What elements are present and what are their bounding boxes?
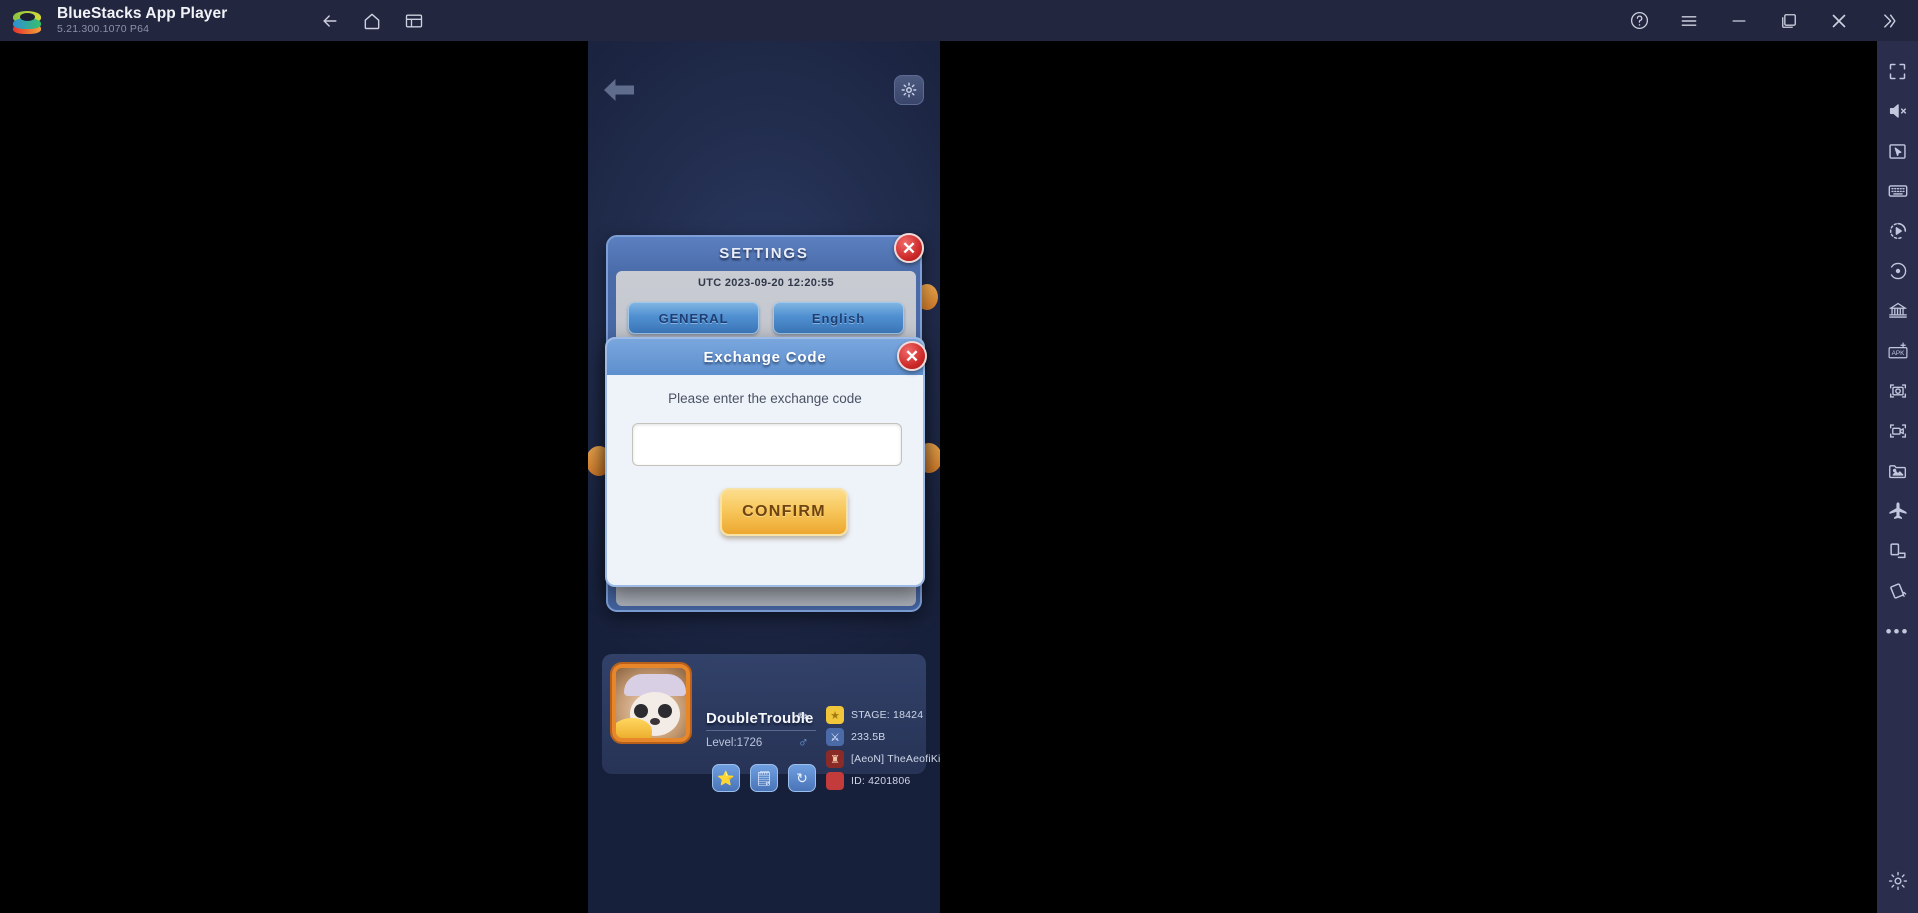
settings-language-button[interactable]: English: [773, 302, 904, 334]
exchange-code-input[interactable]: [633, 424, 901, 465]
friends-button[interactable]: ⭐: [712, 764, 740, 792]
star-icon: ★: [826, 706, 844, 724]
flag-icon: [826, 772, 844, 790]
mail-button[interactable]: 🗒: [750, 764, 778, 792]
player-card: DoubleTrouble ✎ Level:1726 ♂ ★ STAGE: 18…: [602, 654, 940, 792]
home-button[interactable]: [355, 4, 389, 38]
stat-guild: ♜ [AeoN] TheAeofiKings: [826, 750, 940, 768]
stat-stage-label: STAGE: 18424: [851, 709, 924, 721]
confirm-button[interactable]: CONFIRM: [720, 488, 848, 536]
airplane-icon[interactable]: [1877, 491, 1918, 531]
refresh-button[interactable]: ↻: [788, 764, 816, 792]
divider: [706, 730, 816, 731]
stat-power-label: 233.5B: [851, 731, 886, 743]
back-button[interactable]: [313, 4, 347, 38]
apk-install-icon[interactable]: APK: [1877, 331, 1918, 371]
settings-title: SETTINGS: [719, 245, 809, 262]
game-viewport: SETTINGS ✕ UTC 2023-09-20 12:20:55 GENER…: [588, 41, 940, 913]
exchange-code-dialog: Exchange Code ✕ Please enter the exchang…: [605, 337, 927, 587]
camera-icon[interactable]: [1877, 371, 1918, 411]
tools-sidebar: APK •••: [1877, 41, 1918, 913]
ellipsis-icon[interactable]: •••: [1877, 611, 1918, 651]
close-button[interactable]: [1822, 4, 1856, 38]
title-bar-nav-group: [313, 4, 431, 38]
app-version: 5.21.300.1070 P64: [57, 23, 150, 36]
crossed-swords-icon: ⚔: [826, 728, 844, 746]
game-back-button[interactable]: [602, 77, 636, 103]
exchange-prompt-text: Please enter the exchange code: [668, 391, 862, 406]
exchange-code-input-wrapper[interactable]: [632, 423, 902, 466]
stat-stage: ★ STAGE: 18424: [826, 706, 923, 724]
title-bar-controls: [1614, 0, 1918, 41]
title-bar: BlueStacks App Player 5.21.300.1070 P64: [0, 0, 1918, 41]
app-title: BlueStacks App Player: [57, 5, 228, 23]
cursor-in-frame-icon[interactable]: [1877, 131, 1918, 171]
bluestacks-logo-icon: [13, 8, 43, 34]
play-record-icon[interactable]: [1877, 211, 1918, 251]
player-level: Level:1726: [706, 737, 763, 749]
image-folder-icon[interactable]: [1877, 451, 1918, 491]
maximize-button[interactable]: [1772, 4, 1806, 38]
keyboard-icon[interactable]: [1877, 171, 1918, 211]
help-button[interactable]: [1622, 4, 1656, 38]
exchange-dialog-header: Exchange Code: [607, 339, 923, 375]
gear-icon[interactable]: [1877, 861, 1918, 901]
rotate-device-icon[interactable]: [1877, 531, 1918, 571]
orbit-dot-icon[interactable]: [1877, 251, 1918, 291]
settings-general-button[interactable]: GENERAL: [628, 302, 759, 334]
multi-instance-button[interactable]: [397, 4, 431, 38]
game-settings-gear-icon[interactable]: [894, 75, 924, 105]
minimize-button[interactable]: [1722, 4, 1756, 38]
avatar[interactable]: [612, 664, 690, 742]
sync-manager-icon[interactable]: [1877, 291, 1918, 331]
stat-id-label: ID: 4201806: [851, 775, 911, 787]
video-camera-icon[interactable]: [1877, 411, 1918, 451]
app-title-block: BlueStacks App Player 5.21.300.1070 P64: [57, 5, 227, 36]
speaker-mute-icon[interactable]: [1877, 91, 1918, 131]
stat-power: ⚔ 233.5B: [826, 728, 885, 746]
exchange-close-button[interactable]: ✕: [897, 341, 927, 371]
svg-text:APK: APK: [1891, 350, 1904, 357]
utc-time-label: UTC 2023-09-20 12:20:55: [698, 277, 834, 289]
settings-close-button[interactable]: ✕: [894, 233, 924, 263]
menu-button[interactable]: [1672, 4, 1706, 38]
bluestacks-window: BlueStacks App Player 5.21.300.1070 P64: [0, 0, 1918, 913]
collapse-sidebar-button[interactable]: [1872, 4, 1906, 38]
gender-icon: ♂: [798, 734, 809, 750]
stat-id: ID: 4201806: [826, 772, 910, 790]
shake-device-icon[interactable]: [1877, 571, 1918, 611]
fullscreen-icon[interactable]: [1877, 51, 1918, 91]
stat-guild-label: [AeoN] TheAeofiKings: [851, 753, 940, 765]
guild-shield-icon: ♜: [826, 750, 844, 768]
exchange-dialog-title: Exchange Code: [703, 348, 827, 366]
settings-options-row-top: GENERAL English: [628, 302, 904, 334]
